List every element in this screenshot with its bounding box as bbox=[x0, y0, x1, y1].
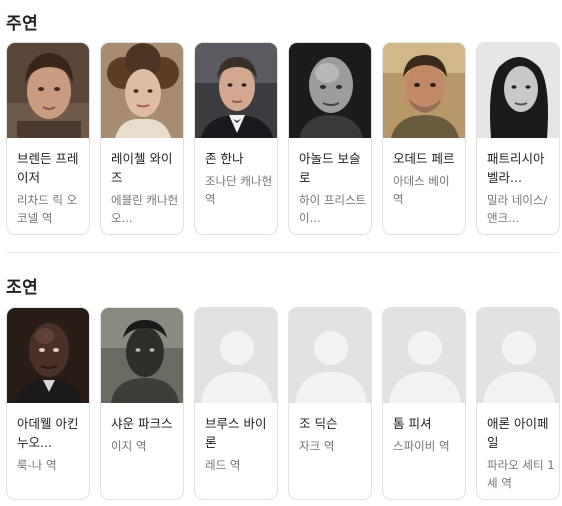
cast-role: 스파이비 역 bbox=[393, 439, 450, 453]
cast-name: 브렌든 프레이저 bbox=[17, 151, 79, 185]
cast-role: 룩-나 역 bbox=[17, 458, 57, 472]
cast-card[interactable]: 브렌든 프레이저 리차드 릭 오코넬 역 bbox=[6, 42, 90, 235]
person-placeholder-icon bbox=[289, 308, 371, 403]
cast-name: 브루스 바이론 bbox=[205, 416, 267, 450]
cast-photo bbox=[7, 43, 89, 138]
cast-role: 이지 역 bbox=[111, 439, 147, 453]
section-divider bbox=[6, 252, 558, 253]
cast-role: 아데스 베이 역 bbox=[393, 174, 450, 206]
person-placeholder-icon bbox=[477, 308, 559, 403]
cast-photo bbox=[195, 308, 277, 403]
person-placeholder-icon bbox=[383, 308, 465, 403]
cast-role: 하이 프리스트 이... bbox=[299, 193, 367, 225]
cast-photo bbox=[477, 43, 559, 138]
cast-role: 파라오 세티 1세 역 bbox=[487, 458, 555, 490]
cast-role: 조나단 캐나헌 역 bbox=[205, 174, 273, 206]
cast-name: 레이첼 와이즈 bbox=[111, 151, 173, 185]
cast-card[interactable]: 브루스 바이론 레드 역 bbox=[194, 307, 278, 500]
cast-name: 패트리시아 벨라... bbox=[487, 151, 545, 185]
cast-photo bbox=[383, 308, 465, 403]
cast-name: 애론 아이페일 bbox=[487, 416, 549, 450]
cast-name: 아놀드 보슬로 bbox=[299, 151, 361, 185]
cast-card[interactable]: 레이첼 와이즈 에블린 캐나헌 오... bbox=[100, 42, 184, 235]
cast-card[interactable]: 존 한나 조나단 캐나헌 역 bbox=[194, 42, 278, 235]
cast-name: 조 딕슨 bbox=[299, 416, 338, 431]
cast-role: 레드 역 bbox=[205, 458, 241, 472]
cast-name: 오데드 페르 bbox=[393, 151, 455, 166]
portrait-stubble-image bbox=[383, 43, 465, 138]
cast-card[interactable]: 톰 피셔 스파이비 역 bbox=[382, 307, 466, 500]
cast-name: 톰 피셔 bbox=[393, 416, 432, 431]
cast-photo bbox=[477, 308, 559, 403]
cast-card[interactable]: 아데웰 아킨누오... 룩-나 역 bbox=[6, 307, 90, 500]
cast-name: 샤운 파크스 bbox=[111, 416, 173, 431]
section-title-main-cast: 주연 bbox=[6, 14, 39, 34]
cast-card[interactable]: 아놀드 보슬로 하이 프리스트 이... bbox=[288, 42, 372, 235]
cast-photo bbox=[289, 43, 371, 138]
portrait-bald-bw-image bbox=[289, 43, 371, 138]
cast-role: 밀라 네이스/앤크... bbox=[487, 193, 548, 225]
cast-role: 리차드 릭 오코넬 역 bbox=[17, 193, 78, 225]
cast-card[interactable]: 패트리시아 벨라... 밀라 네이스/앤크... bbox=[476, 42, 560, 235]
cast-role: 자크 역 bbox=[299, 439, 335, 453]
portrait-tuxedo-image bbox=[195, 43, 277, 138]
portrait-dark-hair-bw-image bbox=[477, 43, 559, 138]
portrait-curly-hair-image bbox=[101, 43, 183, 138]
cast-photo bbox=[7, 308, 89, 403]
section-title-supporting-cast: 조연 bbox=[6, 278, 39, 298]
cast-photo bbox=[383, 43, 465, 138]
cast-photo bbox=[195, 43, 277, 138]
portrait-bw-outdoor-image bbox=[101, 308, 183, 403]
cast-card[interactable]: 조 딕슨 자크 역 bbox=[288, 307, 372, 500]
cast-name: 아데웰 아킨누오... bbox=[17, 416, 79, 450]
person-placeholder-icon bbox=[195, 308, 277, 403]
cast-card[interactable]: 애론 아이페일 파라오 세티 1세 역 bbox=[476, 307, 560, 500]
cast-card[interactable]: 오데드 페르 아데스 베이 역 bbox=[382, 42, 466, 235]
cast-name: 존 한나 bbox=[205, 151, 244, 166]
cast-photo bbox=[101, 43, 183, 138]
cast-photo bbox=[289, 308, 371, 403]
portrait-bald-dark-image bbox=[7, 308, 89, 403]
cast-role: 에블린 캐나헌 오... bbox=[111, 193, 179, 225]
cast-card[interactable]: 샤운 파크스 이지 역 bbox=[100, 307, 184, 500]
cast-photo bbox=[101, 308, 183, 403]
portrait-brown-hair-image bbox=[7, 43, 89, 138]
